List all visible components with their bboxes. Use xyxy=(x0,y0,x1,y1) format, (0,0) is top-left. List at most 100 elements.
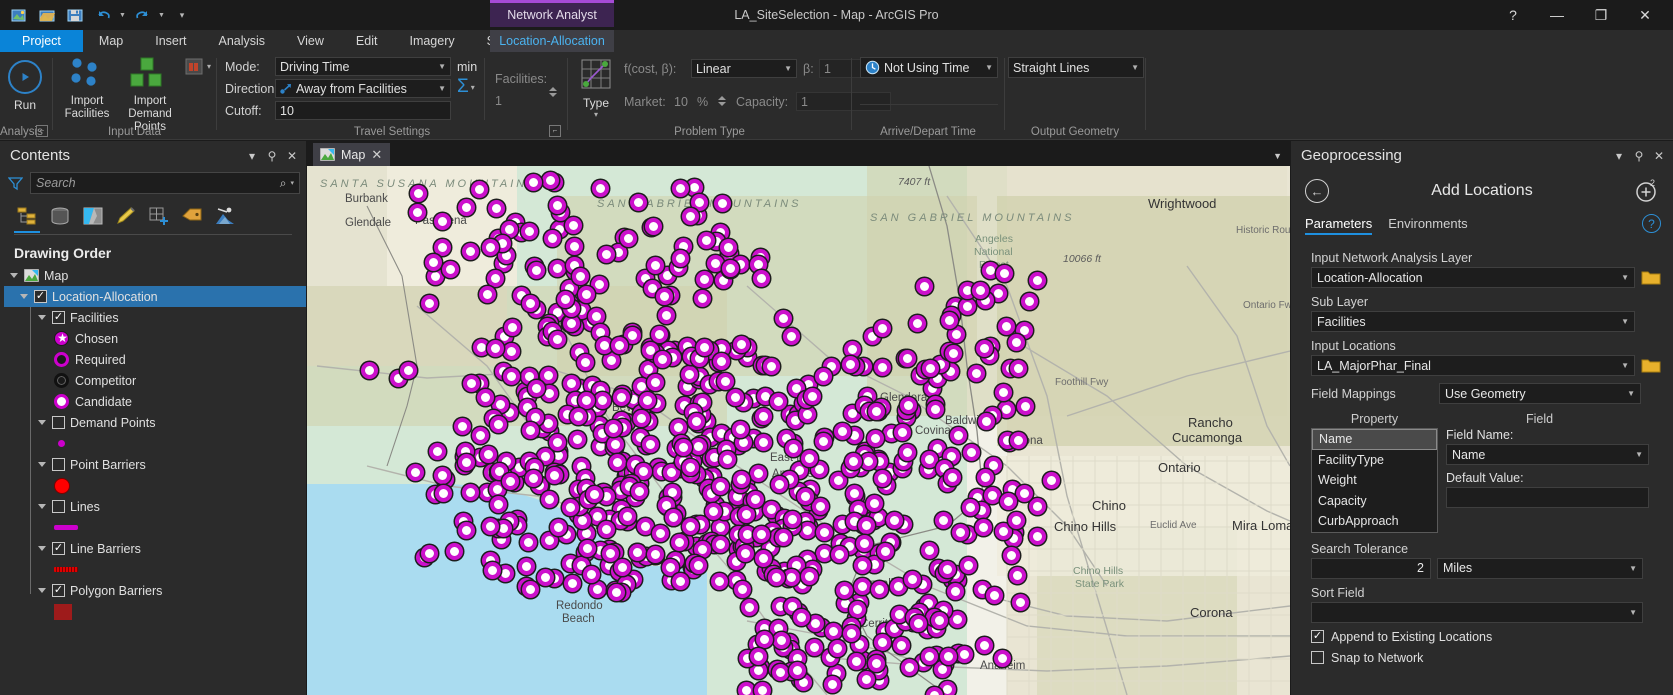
facility-candidate-marker[interactable] xyxy=(801,449,819,467)
toc-node-map[interactable]: Map xyxy=(4,265,306,286)
facility-candidate-marker[interactable] xyxy=(503,367,521,385)
undo-icon[interactable] xyxy=(90,3,116,27)
chevron-icon[interactable] xyxy=(37,420,46,425)
toc-node-demand-points[interactable]: Demand Points xyxy=(4,412,306,433)
layer-checkbox-lines[interactable] xyxy=(52,500,65,513)
facility-candidate-marker[interactable] xyxy=(783,568,801,586)
tab-insert[interactable]: Insert xyxy=(139,30,202,52)
facility-candidate-marker[interactable] xyxy=(487,200,505,218)
facility-candidate-marker[interactable] xyxy=(999,492,1017,510)
contents-close-icon[interactable]: ✕ xyxy=(282,145,302,167)
facility-candidate-marker[interactable] xyxy=(638,392,656,409)
facility-candidate-marker[interactable] xyxy=(994,649,1012,667)
tab-environments[interactable]: Environments xyxy=(1388,216,1467,235)
facility-candidate-marker[interactable] xyxy=(572,267,590,285)
facility-candidate-marker[interactable] xyxy=(920,541,938,559)
chevron-icon[interactable] xyxy=(37,462,46,467)
chevron-icon[interactable] xyxy=(37,546,46,551)
back-arrow-icon[interactable]: ← xyxy=(1305,179,1329,203)
facility-candidate-marker[interactable] xyxy=(842,624,860,642)
input-locations-combo[interactable]: LA_MajorPhar_Final ▼ xyxy=(1311,355,1635,376)
facility-candidate-marker[interactable] xyxy=(586,485,604,503)
facility-candidate-marker[interactable] xyxy=(480,445,498,463)
facility-candidate-marker[interactable] xyxy=(746,491,764,509)
facility-candidate-marker[interactable] xyxy=(483,561,501,579)
facility-candidate-marker[interactable] xyxy=(815,367,832,385)
field-name-combo[interactable]: Name ▼ xyxy=(1446,444,1649,465)
tab-parameters[interactable]: Parameters xyxy=(1305,216,1373,235)
facility-candidate-marker[interactable] xyxy=(481,239,499,257)
facility-candidate-marker[interactable] xyxy=(858,670,876,688)
facility-candidate-marker[interactable] xyxy=(920,451,938,469)
tab-edit[interactable]: Edit xyxy=(340,30,394,52)
facility-candidate-marker[interactable] xyxy=(421,544,439,562)
search-dropdown-icon[interactable]: ▾ xyxy=(290,179,294,187)
property-item-weight[interactable]: Weight xyxy=(1312,470,1437,491)
travel-settings-dialog-launcher[interactable]: ⌐ xyxy=(549,125,561,137)
toc-node-location-allocation[interactable]: Location-Allocation xyxy=(4,286,306,307)
facility-candidate-marker[interactable] xyxy=(654,350,672,368)
accumulate-attributes-button[interactable]: Σ ▾ xyxy=(457,76,475,98)
append-checkbox-box[interactable] xyxy=(1311,630,1324,643)
facility-candidate-marker[interactable] xyxy=(958,297,976,315)
list-by-data-source-icon[interactable] xyxy=(47,204,73,228)
facility-candidate-marker[interactable] xyxy=(486,269,504,287)
import-demand-points-button[interactable]: Import Demand Points xyxy=(119,56,181,134)
sub-layer-combo[interactable]: Facilities ▼ xyxy=(1311,311,1635,332)
snap-checkbox-box[interactable] xyxy=(1311,651,1324,664)
facility-candidate-marker[interactable] xyxy=(681,207,699,225)
facility-candidate-marker[interactable] xyxy=(755,407,773,425)
facility-candidate-marker[interactable] xyxy=(525,173,543,191)
contents-pin-icon[interactable]: ⚲ xyxy=(262,145,282,167)
facility-candidate-marker[interactable] xyxy=(521,422,539,440)
facility-candidate-marker[interactable] xyxy=(940,647,958,665)
facility-candidate-marker[interactable] xyxy=(768,568,785,586)
facility-candidate-marker[interactable] xyxy=(976,468,994,486)
map-canvas[interactable]: Simi ValleySan FernandoLa CanadaFlintrid… xyxy=(307,166,1290,695)
facility-candidate-marker[interactable] xyxy=(805,639,823,657)
new-project-icon[interactable] xyxy=(6,3,32,27)
facility-candidate-marker[interactable] xyxy=(793,608,811,626)
facility-candidate-marker[interactable] xyxy=(540,490,558,508)
facility-candidate-marker[interactable] xyxy=(502,343,520,361)
minimize-button[interactable]: — xyxy=(1535,0,1579,30)
toc-node-lines[interactable]: Lines xyxy=(4,496,306,517)
facility-candidate-marker[interactable] xyxy=(733,470,751,488)
chevron-icon[interactable] xyxy=(19,294,28,299)
facility-candidate-marker[interactable] xyxy=(471,426,489,444)
facility-candidate-marker[interactable] xyxy=(540,366,558,384)
run-button[interactable]: Run xyxy=(4,58,46,112)
folder-icon[interactable] xyxy=(1641,357,1661,374)
property-item-name[interactable]: Name xyxy=(1312,429,1437,450)
facility-candidate-marker[interactable] xyxy=(613,388,631,406)
layer-checkbox-point-barriers[interactable] xyxy=(52,458,65,471)
facility-candidate-marker[interactable] xyxy=(420,294,438,312)
tab-analysis[interactable]: Analysis xyxy=(203,30,282,52)
facility-candidate-marker[interactable] xyxy=(433,467,451,485)
field-mappings-combo[interactable]: Use Geometry ▼ xyxy=(1439,383,1641,404)
facility-candidate-marker[interactable] xyxy=(771,664,789,682)
facility-candidate-marker[interactable] xyxy=(568,431,586,448)
layer-checkbox-facilities[interactable] xyxy=(52,311,65,324)
facility-candidate-marker[interactable] xyxy=(1017,397,1035,415)
input-network-analysis-layer-combo[interactable]: Location-Allocation ▼ xyxy=(1311,267,1635,288)
facility-candidate-marker[interactable] xyxy=(528,262,545,280)
facility-candidate-marker[interactable] xyxy=(619,229,637,247)
facility-candidate-marker[interactable] xyxy=(433,238,451,256)
facility-candidate-marker[interactable] xyxy=(915,277,933,295)
facility-candidate-marker[interactable] xyxy=(556,291,574,309)
facility-candidate-marker[interactable] xyxy=(646,256,664,274)
import-barriers-icon[interactable] xyxy=(183,58,205,76)
facility-candidate-marker[interactable] xyxy=(738,681,756,695)
layer-checkbox-location-allocation[interactable] xyxy=(34,290,47,303)
facility-candidate-marker[interactable] xyxy=(828,640,846,658)
facility-candidate-marker[interactable] xyxy=(866,429,884,447)
facility-candidate-marker[interactable] xyxy=(487,339,505,357)
facility-candidate-marker[interactable] xyxy=(738,505,756,523)
facility-candidate-marker[interactable] xyxy=(636,517,654,535)
facility-candidate-marker[interactable] xyxy=(804,387,822,405)
facility-candidate-marker[interactable] xyxy=(815,523,833,541)
undo-dropdown-icon[interactable]: ▼ xyxy=(118,3,127,27)
toc-node-point-barriers[interactable]: Point Barriers xyxy=(4,454,306,475)
facility-candidate-marker[interactable] xyxy=(865,494,883,512)
